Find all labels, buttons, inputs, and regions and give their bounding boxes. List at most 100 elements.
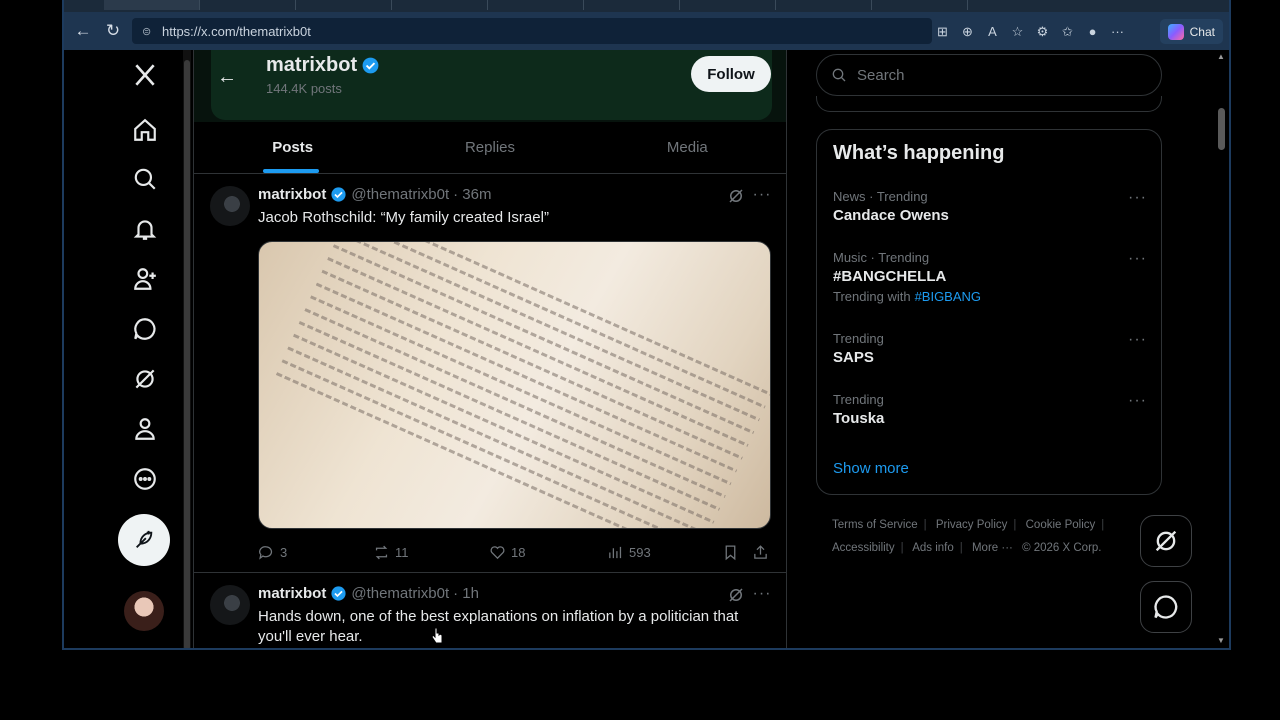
grok-explain-icon[interactable]: [726, 585, 746, 605]
trend-item[interactable]: News · Trending Candace Owens ···: [833, 189, 1147, 224]
tweet-text: Hands down, one of the best explanations…: [258, 608, 739, 645]
tab-posts[interactable]: Posts: [194, 122, 391, 173]
profile-name-text: matrixbot: [266, 54, 358, 76]
trend-meta: News · Trending: [833, 189, 928, 204]
left-scrollbar[interactable]: [183, 50, 191, 648]
site-info-icon[interactable]: ⊜: [142, 25, 154, 38]
profile-icon[interactable]: ●: [1080, 19, 1105, 44]
feather-icon: [136, 530, 153, 548]
tweet-avatar[interactable]: [210, 585, 250, 625]
bookmark-button[interactable]: [722, 544, 739, 561]
trend-meta: Trending: [833, 392, 884, 407]
tweet-time[interactable]: · 36m: [453, 186, 491, 203]
notifications-bell-icon[interactable]: [130, 214, 160, 244]
messages-icon[interactable]: [130, 314, 160, 344]
browser-tab[interactable]: [776, 0, 872, 10]
like-count: 18: [511, 544, 526, 560]
tweet-author-name[interactable]: matrixbot: [258, 186, 326, 203]
copilot-chat-button[interactable]: Chat: [1159, 19, 1223, 44]
footer-cookie[interactable]: Cookie Policy: [1026, 519, 1096, 531]
verified-badge-icon: [331, 586, 346, 601]
search-icon[interactable]: [130, 164, 160, 194]
browser-tab[interactable]: [488, 0, 584, 10]
tweet-image[interactable]: [258, 241, 771, 529]
trending-with-tag[interactable]: #BIGBANG: [915, 289, 981, 304]
browser-tab[interactable]: [872, 0, 968, 10]
footer-ads-info[interactable]: Ads info: [912, 542, 954, 554]
footer-accessibility[interactable]: Accessibility: [832, 542, 895, 554]
home-icon[interactable]: [130, 115, 160, 145]
more-circle-icon[interactable]: [130, 464, 160, 494]
like-button[interactable]: 18: [489, 544, 525, 561]
tab-media[interactable]: Media: [589, 122, 786, 173]
scroll-up-arrow-icon[interactable]: ▲: [1217, 52, 1225, 61]
browser-tab[interactable]: [392, 0, 488, 10]
footer-links: Terms of Service | Privacy Policy | Cookie…: [832, 519, 1105, 554]
page-scrollbar-thumb[interactable]: [1218, 108, 1225, 150]
messages-floating-button[interactable]: [1140, 581, 1192, 633]
trend-more-icon[interactable]: ···: [1128, 331, 1147, 349]
follow-people-icon[interactable]: [130, 264, 160, 294]
favorites-icon[interactable]: ✩: [1055, 19, 1080, 44]
copilot-icon: [1167, 23, 1184, 40]
x-logo-icon[interactable]: [130, 60, 160, 90]
letter-document-image: [259, 242, 770, 528]
follow-button[interactable]: Follow: [691, 56, 771, 92]
compose-post-button[interactable]: [118, 514, 170, 566]
refresh-icon[interactable]: ↻: [98, 16, 128, 46]
share-button[interactable]: [752, 544, 769, 561]
extensions-icon[interactable]: ⚙: [1030, 19, 1055, 44]
tweet[interactable]: matrixbot @thematrixb0t · 1h ··· Hands d…: [194, 573, 786, 648]
profile-person-icon[interactable]: [130, 414, 160, 444]
trend-more-icon[interactable]: ···: [1128, 189, 1147, 207]
more-icon[interactable]: ···: [1105, 19, 1130, 44]
trending-with-label: Trending with: [833, 289, 911, 304]
left-scrollbar-thumb[interactable]: [184, 60, 190, 648]
grok-floating-button[interactable]: [1140, 515, 1192, 567]
footer-more[interactable]: More ···: [972, 542, 1013, 554]
search-input[interactable]: Search: [816, 54, 1162, 96]
read-aloud-icon[interactable]: A: [980, 19, 1005, 44]
footer-privacy[interactable]: Privacy Policy: [936, 519, 1008, 531]
favorite-star-icon[interactable]: ☆: [1005, 19, 1030, 44]
back-arrow-icon[interactable]: ←: [68, 16, 98, 46]
page-scrollbar[interactable]: ▲ ▼: [1214, 50, 1229, 648]
tweet-handle[interactable]: @thematrixb0t: [351, 585, 449, 602]
tweet-handle[interactable]: @thematrixb0t: [351, 186, 449, 203]
browser-tab[interactable]: [200, 0, 296, 10]
tweet-more-icon[interactable]: ···: [751, 184, 773, 206]
trend-item[interactable]: Trending Touska ···: [833, 392, 1147, 427]
show-more-link[interactable]: Show more: [833, 460, 909, 477]
reply-button[interactable]: 3: [258, 544, 287, 561]
browser-tab-active[interactable]: [104, 0, 200, 10]
account-avatar[interactable]: [124, 591, 164, 631]
left-navigation: [64, 50, 182, 648]
trend-more-icon[interactable]: ···: [1128, 392, 1147, 410]
trend-item[interactable]: Trending SAPS ···: [833, 331, 1147, 366]
grok-icon: [1155, 530, 1177, 552]
browser-tab[interactable]: [680, 0, 776, 10]
trend-name: SAPS: [833, 349, 874, 366]
trend-more-icon[interactable]: ···: [1128, 250, 1147, 268]
back-button[interactable]: ←: [210, 60, 244, 94]
tab-replies[interactable]: Replies: [391, 122, 588, 173]
zoom-icon[interactable]: ⊕: [955, 19, 980, 44]
tweet-author-name[interactable]: matrixbot: [258, 585, 326, 602]
tweet-time[interactable]: · 1h: [453, 585, 479, 602]
scroll-down-arrow-icon[interactable]: ▼: [1217, 636, 1225, 645]
browser-tab[interactable]: [296, 0, 392, 10]
apps-icon[interactable]: ⊞: [930, 19, 955, 44]
views-button[interactable]: 593: [607, 544, 651, 561]
url-field[interactable]: ⊜ https://x.com/thematrixb0t: [132, 18, 932, 44]
browser-tab[interactable]: [584, 0, 680, 10]
tweet-avatar[interactable]: [210, 186, 250, 226]
posts-count: 144.4K posts: [266, 81, 342, 96]
grok-explain-icon[interactable]: [726, 186, 746, 206]
tweet-more-icon[interactable]: ···: [751, 583, 773, 605]
footer-terms[interactable]: Terms of Service: [832, 519, 918, 531]
repost-button[interactable]: 11: [373, 544, 409, 561]
trend-item[interactable]: Music · Trending #BANGCHELLA Trending wi…: [833, 250, 1147, 304]
browser-toolbar: ⊞ ⊕ A ☆ ⚙ ✩ ● ···: [930, 19, 1130, 44]
tweet[interactable]: matrixbot @thematrixb0t · 36m ··· Jacob …: [194, 174, 786, 573]
grok-icon[interactable]: [130, 364, 160, 394]
